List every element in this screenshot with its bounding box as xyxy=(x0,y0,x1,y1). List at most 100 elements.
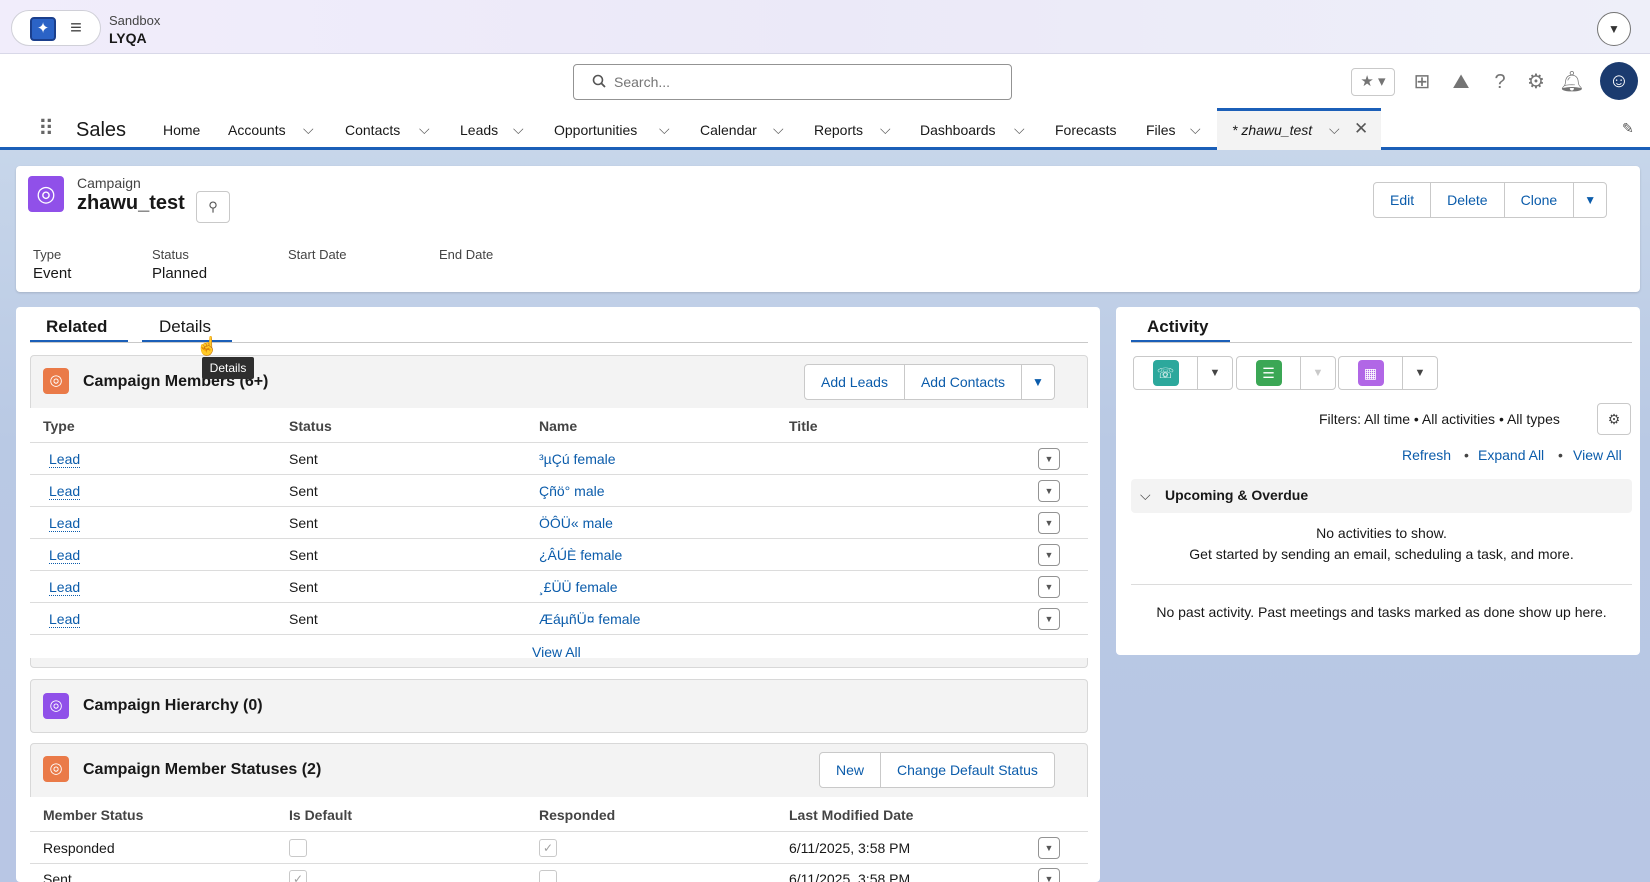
expand-all-link[interactable]: Expand All xyxy=(1478,447,1544,463)
add-leads-button[interactable]: Add Leads xyxy=(805,365,905,399)
global-add-icon[interactable]: ⊞ xyxy=(1407,68,1437,96)
row-action-chevron-down-icon[interactable]: ▼ xyxy=(1038,837,1060,859)
favorites-star-icon[interactable]: ★ ▾ xyxy=(1351,68,1395,96)
row-action-chevron-down-icon[interactable]: ▼ xyxy=(1038,512,1060,534)
member-name-link[interactable]: ³µÇú female xyxy=(539,451,616,467)
activity-view-all-link[interactable]: View All xyxy=(1573,447,1622,463)
nav-item-home[interactable]: Home xyxy=(163,122,200,138)
chevron-down-icon[interactable]: ⌵ xyxy=(513,121,524,138)
upcoming-overdue-title[interactable]: Upcoming & Overdue xyxy=(1165,487,1308,503)
help-icon[interactable]: ? xyxy=(1485,68,1515,96)
nav-item-leads[interactable]: Leads xyxy=(460,122,498,138)
member-name-link[interactable]: ÖÔÜ« male xyxy=(539,515,613,531)
col-name[interactable]: Name xyxy=(539,418,577,434)
notification-bell-icon[interactable]: 🔔︎ xyxy=(1557,68,1587,96)
nav-item-contacts[interactable]: Contacts xyxy=(345,122,400,138)
new-task-chevron-down-icon[interactable]: ▼ xyxy=(1301,357,1335,389)
nav-item-forecasts[interactable]: Forecasts xyxy=(1055,122,1116,138)
row-action-chevron-down-icon[interactable]: ▼ xyxy=(1038,576,1060,598)
search-input[interactable] xyxy=(614,71,994,93)
member-type-link[interactable]: Lead xyxy=(49,611,81,628)
change-default-status-button[interactable]: Change Default Status xyxy=(881,753,1054,787)
new-event-button[interactable]: ▦ xyxy=(1339,357,1403,389)
chevron-down-icon[interactable]: ⌵ xyxy=(1190,121,1201,138)
chevron-down-icon[interactable]: ⌵ xyxy=(303,121,314,138)
app-title: Sales xyxy=(76,119,127,141)
row-divider xyxy=(30,474,1088,475)
add-contacts-button[interactable]: Add Contacts xyxy=(905,365,1023,399)
col-member-status[interactable]: Member Status xyxy=(43,807,143,823)
nav-item-opportunities[interactable]: Opportunities xyxy=(554,122,637,138)
member-statuses-title[interactable]: Campaign Member Statuses (2) xyxy=(83,761,321,779)
nav-item-reports[interactable]: Reports xyxy=(814,122,863,138)
member-name-link[interactable]: Çñö° male xyxy=(539,483,605,499)
filter-settings-gear-icon[interactable]: ⚙ xyxy=(1597,403,1631,435)
member-name-link[interactable]: ¿ÂÚÈ female xyxy=(539,547,622,563)
nav-item-calendar[interactable]: Calendar xyxy=(700,122,757,138)
members-more-chevron-down-icon[interactable]: ▼ xyxy=(1022,365,1054,399)
user-avatar[interactable]: ☺ xyxy=(1600,62,1638,100)
nav-item-files[interactable]: Files xyxy=(1146,122,1176,138)
col-last-modified[interactable]: Last Modified Date xyxy=(789,807,913,823)
col-is-default[interactable]: Is Default xyxy=(289,807,352,823)
new-event-chevron-down-icon[interactable]: ▼ xyxy=(1403,357,1437,389)
member-name-link[interactable]: ¸£ÜÜ female xyxy=(539,579,618,595)
row-divider xyxy=(30,602,1088,603)
nav-item-dashboards[interactable]: Dashboards xyxy=(920,122,996,138)
campaign-members-actions: Add Leads Add Contacts ▼ xyxy=(804,364,1055,400)
chevron-down-icon[interactable]: ⌵ xyxy=(1329,121,1340,138)
row-action-chevron-down-icon[interactable]: ▼ xyxy=(1038,868,1060,882)
chevron-down-icon[interactable]: ⌵ xyxy=(419,121,430,138)
member-name-link[interactable]: ÆáµñÜ¤ female xyxy=(539,611,640,627)
row-action-chevron-down-icon[interactable]: ▼ xyxy=(1038,480,1060,502)
log-call-chevron-down-icon[interactable]: ▼ xyxy=(1198,357,1232,389)
chevron-down-icon[interactable]: ⌵ xyxy=(880,121,891,138)
row-action-chevron-down-icon[interactable]: ▼ xyxy=(1038,544,1060,566)
delete-button[interactable]: Delete xyxy=(1431,183,1505,217)
campaign-hierarchy-icon: ◎ xyxy=(43,693,69,719)
record-tab-title[interactable]: * zhawu_test xyxy=(1232,122,1312,138)
edit-nav-pencil-icon[interactable]: ✎ xyxy=(1622,120,1634,137)
activity-section-divider xyxy=(1131,584,1632,585)
edit-button[interactable]: Edit xyxy=(1374,183,1432,217)
new-task-button[interactable]: ☰ xyxy=(1237,357,1301,389)
top-dropdown-icon[interactable]: ▼ xyxy=(1597,12,1631,46)
clone-button[interactable]: Clone xyxy=(1505,183,1575,217)
member-type-link[interactable]: Lead xyxy=(49,483,81,500)
hand-cursor-icon: ☝ xyxy=(196,336,219,356)
app-launcher-pill[interactable]: ✦ ≡ xyxy=(11,10,101,46)
member-type-link[interactable]: Lead xyxy=(49,547,81,564)
setup-gear-icon[interactable]: ⚙ xyxy=(1521,68,1551,96)
member-type-link[interactable]: Lead xyxy=(49,515,81,532)
member-type-link[interactable]: Lead xyxy=(49,451,81,468)
col-title[interactable]: Title xyxy=(789,418,818,434)
hamburger-menu-icon[interactable]: ≡ xyxy=(64,17,88,41)
trailhead-icon[interactable]: ⛰ xyxy=(1446,68,1476,96)
hierarchy-icon[interactable]: ⚲ xyxy=(196,191,230,223)
app-launcher-waffle-icon[interactable]: ⠿ xyxy=(32,116,58,142)
campaign-hierarchy-title[interactable]: Campaign Hierarchy (0) xyxy=(83,697,263,715)
tab-related[interactable]: Related xyxy=(46,317,107,337)
more-actions-chevron-down-icon[interactable]: ▼ xyxy=(1574,183,1606,217)
col-status[interactable]: Status xyxy=(289,418,332,434)
member-type-link[interactable]: Lead xyxy=(49,579,81,596)
close-icon[interactable]: ✕ xyxy=(1354,119,1368,139)
chevron-down-icon[interactable]: ⌵ xyxy=(1140,487,1151,504)
refresh-link[interactable]: Refresh xyxy=(1402,447,1451,463)
new-button[interactable]: New xyxy=(820,753,882,787)
tab-details[interactable]: Details xyxy=(159,317,211,337)
salesforce-logo-icon[interactable]: ✦ xyxy=(30,17,56,41)
chevron-down-icon[interactable]: ⌵ xyxy=(659,121,670,138)
col-responded[interactable]: Responded xyxy=(539,807,615,823)
members-view-all-link[interactable]: View All xyxy=(532,644,581,660)
is-default-checkbox xyxy=(289,839,307,857)
activity-tab[interactable]: Activity xyxy=(1147,317,1208,337)
row-action-chevron-down-icon[interactable]: ▼ xyxy=(1038,608,1060,630)
log-call-button[interactable]: ☏ xyxy=(1134,357,1198,389)
col-type[interactable]: Type xyxy=(43,418,75,434)
row-action-chevron-down-icon[interactable]: ▼ xyxy=(1038,448,1060,470)
chevron-down-icon[interactable]: ⌵ xyxy=(1014,121,1025,138)
chevron-down-icon[interactable]: ⌵ xyxy=(773,121,784,138)
global-search[interactable] xyxy=(573,64,1012,100)
nav-item-accounts[interactable]: Accounts xyxy=(228,122,286,138)
